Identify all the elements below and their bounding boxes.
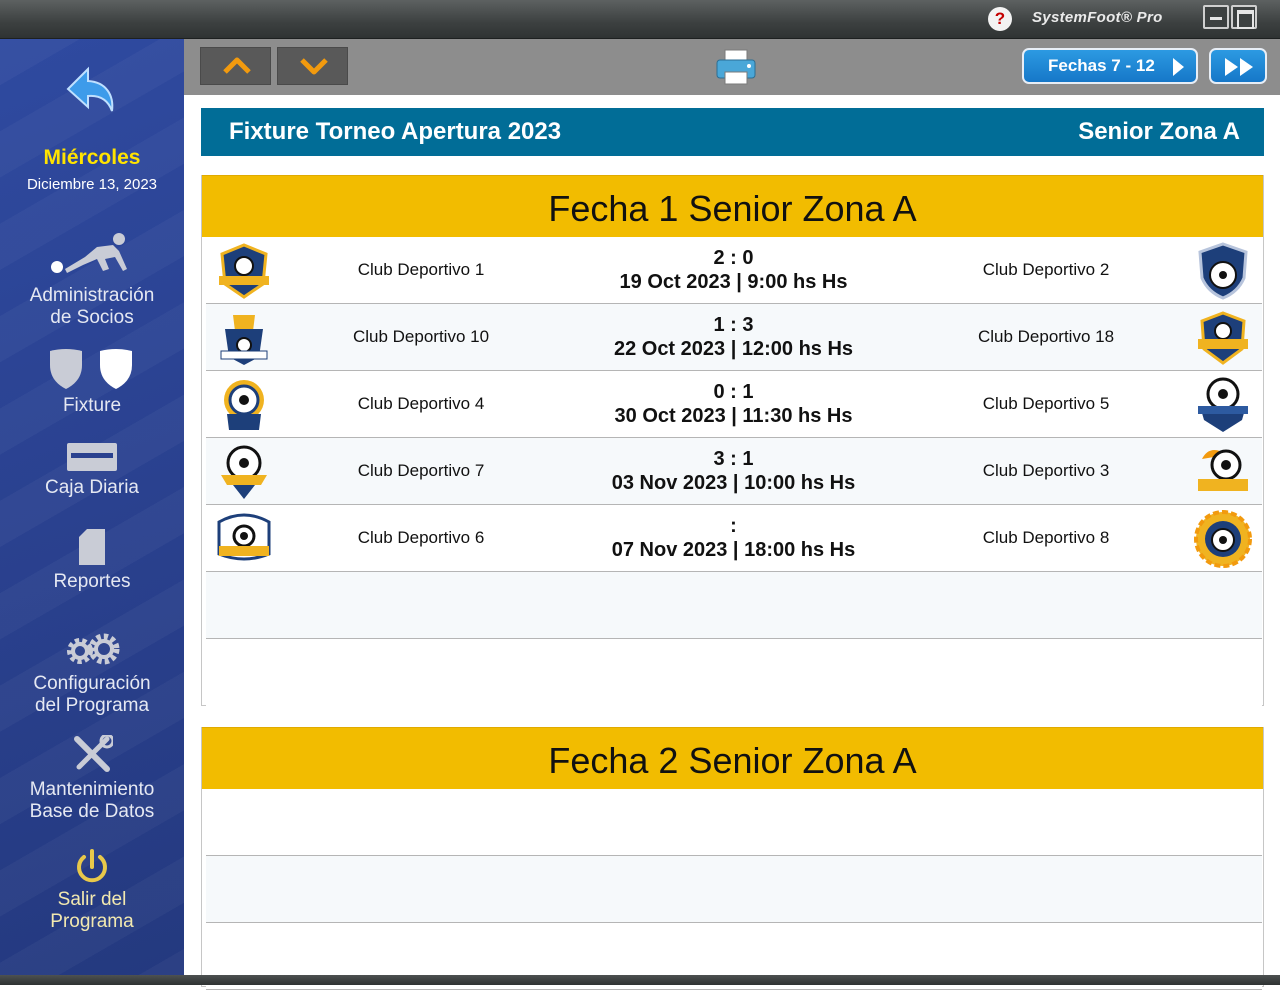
- sidebar-item-salir[interactable]: Salir del Programa: [0, 849, 184, 933]
- away-team: Club Deportivo 3: [982, 461, 1110, 480]
- club-crest-icon: [221, 445, 267, 499]
- match-row-empty: [206, 639, 1262, 706]
- club-crest-icon: [1198, 311, 1248, 365]
- club-crest-icon: [224, 380, 264, 430]
- scroll-up-button[interactable]: [200, 47, 271, 85]
- zone-title: Senior Zona A: [1078, 118, 1240, 145]
- fecha-block: Fecha 2 Senior Zona A: [201, 727, 1264, 990]
- gears-icon: [67, 633, 120, 665]
- match-row[interactable]: Club Deportivo 7 3 : 1 03 Nov 2023 | 10:…: [206, 438, 1262, 505]
- fecha-block: Fecha 1 Senior Zona A Club Deportivo 1 2…: [201, 175, 1264, 706]
- match-row[interactable]: Club Deportivo 10 1 : 3 22 Oct 2023 | 12…: [206, 304, 1262, 371]
- home-team: Club Deportivo 6: [357, 528, 485, 547]
- club-crest-icon: [1194, 510, 1252, 568]
- player-icon: [51, 233, 127, 273]
- home-team: Club Deportivo 1: [357, 260, 485, 279]
- fecha-title: Fecha 1 Senior Zona A: [202, 175, 1263, 237]
- match-datetime: 07 Nov 2023 | 18:00 hs Hs: [611, 539, 856, 561]
- fast-forward-icon-part: [1240, 58, 1253, 76]
- chevron-up-icon: [223, 57, 251, 74]
- away-team: Club Deportivo 18: [977, 327, 1115, 346]
- club-crest-icon: [1198, 377, 1248, 432]
- back-arrow-icon[interactable]: [64, 65, 120, 119]
- match-datetime: 30 Oct 2023 | 11:30 hs Hs: [614, 405, 853, 427]
- match-score: 1 : 3 22 Oct 2023 | 12:00 hs Hs: [536, 313, 931, 361]
- match-row-empty: [206, 856, 1262, 923]
- toolbar: Fechas 7 - 12: [184, 39, 1280, 95]
- scroll-down-button[interactable]: [277, 47, 348, 85]
- match-score: : 07 Nov 2023 | 18:00 hs Hs: [536, 514, 931, 562]
- sidebar-label: Mantenimiento: [29, 779, 155, 800]
- sidebar-label: Base de Datos: [29, 801, 155, 822]
- home-team: Club Deportivo 10: [352, 327, 490, 346]
- sidebar-label: de Socios: [50, 307, 134, 328]
- day-name: Miércoles: [43, 146, 141, 169]
- away-team: Club Deportivo 5: [982, 394, 1110, 413]
- tournament-title: Fixture Torneo Apertura 2023: [229, 118, 562, 145]
- sidebar-label: Programa: [50, 911, 134, 932]
- score-value: 1 : 3: [713, 314, 754, 336]
- match-datetime: 03 Nov 2023 | 10:00 hs Hs: [611, 472, 856, 494]
- away-team: Club Deportivo 8: [982, 528, 1110, 547]
- match-row[interactable]: Club Deportivo 1 2 : 0 19 Oct 2023 | 9:0…: [206, 237, 1262, 304]
- match-row-empty: [206, 789, 1262, 856]
- next-fechas-button[interactable]: Fechas 7 - 12: [1022, 48, 1198, 84]
- fixture-header: Fixture Torneo Apertura 2023 Senior Zona…: [201, 108, 1264, 156]
- sidebar-label: Configuración: [33, 673, 151, 694]
- help-button[interactable]: ?: [988, 7, 1012, 31]
- club-crest-icon: [220, 315, 268, 365]
- home-team: Club Deportivo 4: [357, 394, 485, 413]
- printer-icon[interactable]: [715, 48, 757, 86]
- sidebar-label: Reportes: [53, 571, 131, 592]
- match-datetime: 22 Oct 2023 | 12:00 hs Hs: [613, 338, 854, 360]
- tools-icon: [74, 735, 113, 772]
- sidebar-label: Salir del: [57, 889, 127, 910]
- match-score: 0 : 1 30 Oct 2023 | 11:30 hs Hs: [536, 380, 931, 428]
- club-crest-icon: [1198, 449, 1248, 491]
- match-row[interactable]: Club Deportivo 4 0 : 1 30 Oct 2023 | 11:…: [206, 371, 1262, 438]
- sidebar: Miércoles Diciembre 13, 2023 Administrac…: [0, 39, 184, 975]
- sidebar-label: Fixture: [62, 395, 122, 416]
- maximize-button[interactable]: [1231, 5, 1257, 29]
- shields-icon: [50, 349, 132, 389]
- match-score: 3 : 1 03 Nov 2023 | 10:00 hs Hs: [536, 447, 931, 495]
- club-crest-icon: [219, 243, 269, 299]
- away-team: Club Deportivo 2: [982, 260, 1110, 279]
- bottom-bar: [0, 975, 1280, 985]
- score-value: :: [730, 515, 737, 537]
- score-value: 3 : 1: [713, 448, 754, 470]
- sidebar-item-mantenimiento[interactable]: Mantenimiento Base de Datos: [0, 735, 184, 823]
- match-score: 2 : 0 19 Oct 2023 | 9:00 hs Hs: [536, 246, 931, 294]
- sidebar-label: Caja Diaria: [45, 477, 139, 498]
- main-content: Fixture Torneo Apertura 2023 Senior Zona…: [184, 95, 1280, 990]
- home-team: Club Deportivo 7: [357, 461, 485, 480]
- cash-drawer-icon: [67, 443, 117, 471]
- sidebar-item-fixture[interactable]: Fixture: [0, 347, 184, 417]
- current-date: Diciembre 13, 2023: [26, 176, 158, 193]
- club-crest-icon: [1198, 242, 1248, 300]
- sidebar-item-configuracion[interactable]: Configuración del Programa: [0, 633, 184, 717]
- match-row-empty: [206, 572, 1262, 639]
- sidebar-item-caja[interactable]: Caja Diaria: [0, 439, 184, 499]
- play-icon: [1173, 58, 1184, 76]
- fecha-title: Fecha 2 Senior Zona A: [202, 727, 1263, 789]
- power-icon: [77, 849, 107, 883]
- score-value: 2 : 0: [713, 247, 754, 269]
- club-crest-icon: [217, 513, 271, 561]
- minimize-button[interactable]: [1203, 5, 1229, 29]
- match-row[interactable]: Club Deportivo 6 : 07 Nov 2023 | 18:00 h…: [206, 505, 1262, 572]
- fast-forward-button[interactable]: [1209, 48, 1267, 84]
- title-bar: ? SystemFoot® Pro: [0, 0, 1280, 39]
- sidebar-label: Administración: [29, 285, 155, 306]
- document-icon: [79, 529, 105, 565]
- score-value: 0 : 1: [713, 381, 754, 403]
- sidebar-item-socios[interactable]: Administración de Socios: [0, 229, 184, 329]
- sidebar-item-reportes[interactable]: Reportes: [0, 529, 184, 593]
- sidebar-label: del Programa: [34, 695, 150, 716]
- match-datetime: 19 Oct 2023 | 9:00 hs Hs: [619, 271, 848, 293]
- fechas-button-label: Fechas 7 - 12: [1048, 56, 1155, 75]
- chevron-down-icon: [300, 58, 328, 75]
- app-title: SystemFoot® Pro: [1032, 9, 1163, 26]
- fast-forward-icon: [1225, 58, 1238, 76]
